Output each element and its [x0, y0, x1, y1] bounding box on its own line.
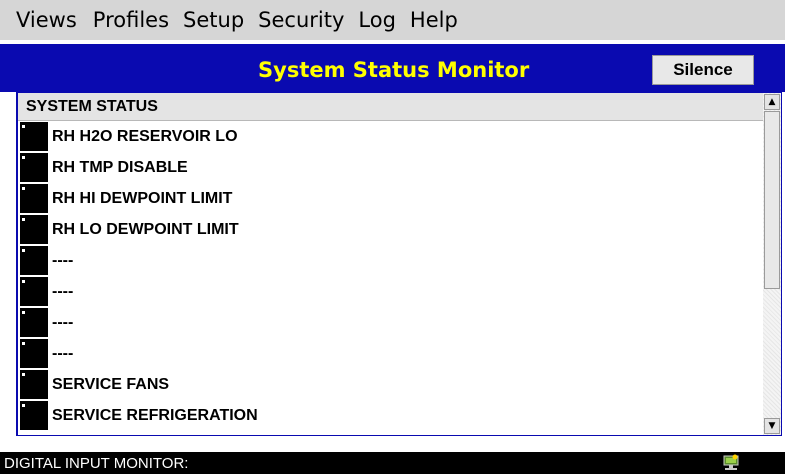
menu-log[interactable]: Log	[358, 8, 396, 32]
system-status-list: SYSTEM STATUS RH H2O RESERVOIR LO RH TMP…	[18, 93, 763, 435]
menu-profiles[interactable]: Profiles	[93, 8, 169, 32]
scroll-down-icon[interactable]: ▼	[764, 418, 780, 434]
status-row-label: SERVICE REFRIGERATION	[52, 406, 258, 424]
status-indicator-icon	[20, 370, 48, 399]
status-indicator-icon	[20, 277, 48, 306]
status-row-label: SERVICE FANS	[52, 375, 170, 393]
status-indicator-icon	[20, 153, 48, 182]
status-indicator-icon	[20, 184, 48, 213]
status-row[interactable]: ----	[18, 245, 763, 276]
status-bar-text: DIGITAL INPUT MONITOR:	[4, 454, 189, 472]
status-indicator-icon	[20, 308, 48, 337]
status-row[interactable]: SERVICE REFRIGERATION	[18, 400, 763, 431]
status-row[interactable]: ----	[18, 338, 763, 369]
status-indicator-icon	[20, 401, 48, 430]
status-indicator-icon	[20, 339, 48, 368]
menu-security[interactable]: Security	[258, 8, 344, 32]
status-row[interactable]: RH HI DEWPOINT LIMIT	[18, 183, 763, 214]
vertical-scrollbar[interactable]: ▲ ▼	[763, 93, 781, 435]
status-row[interactable]: ----	[18, 276, 763, 307]
status-row[interactable]: ----	[18, 307, 763, 338]
page-title: System Status Monitor	[258, 58, 530, 82]
status-row-label: ----	[52, 282, 74, 300]
status-indicator-icon	[20, 122, 48, 151]
status-row[interactable]: RH TMP DISABLE	[18, 152, 763, 183]
status-row[interactable]: SERVICE FANS	[18, 369, 763, 400]
scroll-up-icon[interactable]: ▲	[764, 94, 780, 110]
list-header: SYSTEM STATUS	[18, 93, 763, 121]
status-row[interactable]: RH LO DEWPOINT LIMIT	[18, 214, 763, 245]
status-row-label: RH TMP DISABLE	[52, 158, 188, 176]
menu-setup[interactable]: Setup	[183, 8, 244, 32]
status-row-label: RH LO DEWPOINT LIMIT	[52, 220, 239, 238]
status-indicator-icon	[20, 215, 48, 244]
status-row-label: RH H2O RESERVOIR LO	[52, 127, 238, 145]
menu-bar: Views Profiles Setup Security Log Help	[0, 0, 785, 40]
status-row-label: ----	[52, 313, 74, 331]
status-row-label: ----	[52, 251, 74, 269]
status-row[interactable]: RH H2O RESERVOIR LO	[18, 121, 763, 152]
menu-views[interactable]: Views	[16, 8, 77, 32]
status-row-label: ----	[52, 344, 74, 362]
status-row-label: RH HI DEWPOINT LIMIT	[52, 189, 233, 207]
status-indicator-icon	[20, 246, 48, 275]
scroll-thumb[interactable]	[764, 111, 780, 289]
silence-button[interactable]: Silence	[652, 55, 754, 85]
network-tray-icon[interactable]	[721, 453, 741, 473]
status-bar: DIGITAL INPUT MONITOR:	[0, 452, 785, 474]
menu-help[interactable]: Help	[410, 8, 458, 32]
